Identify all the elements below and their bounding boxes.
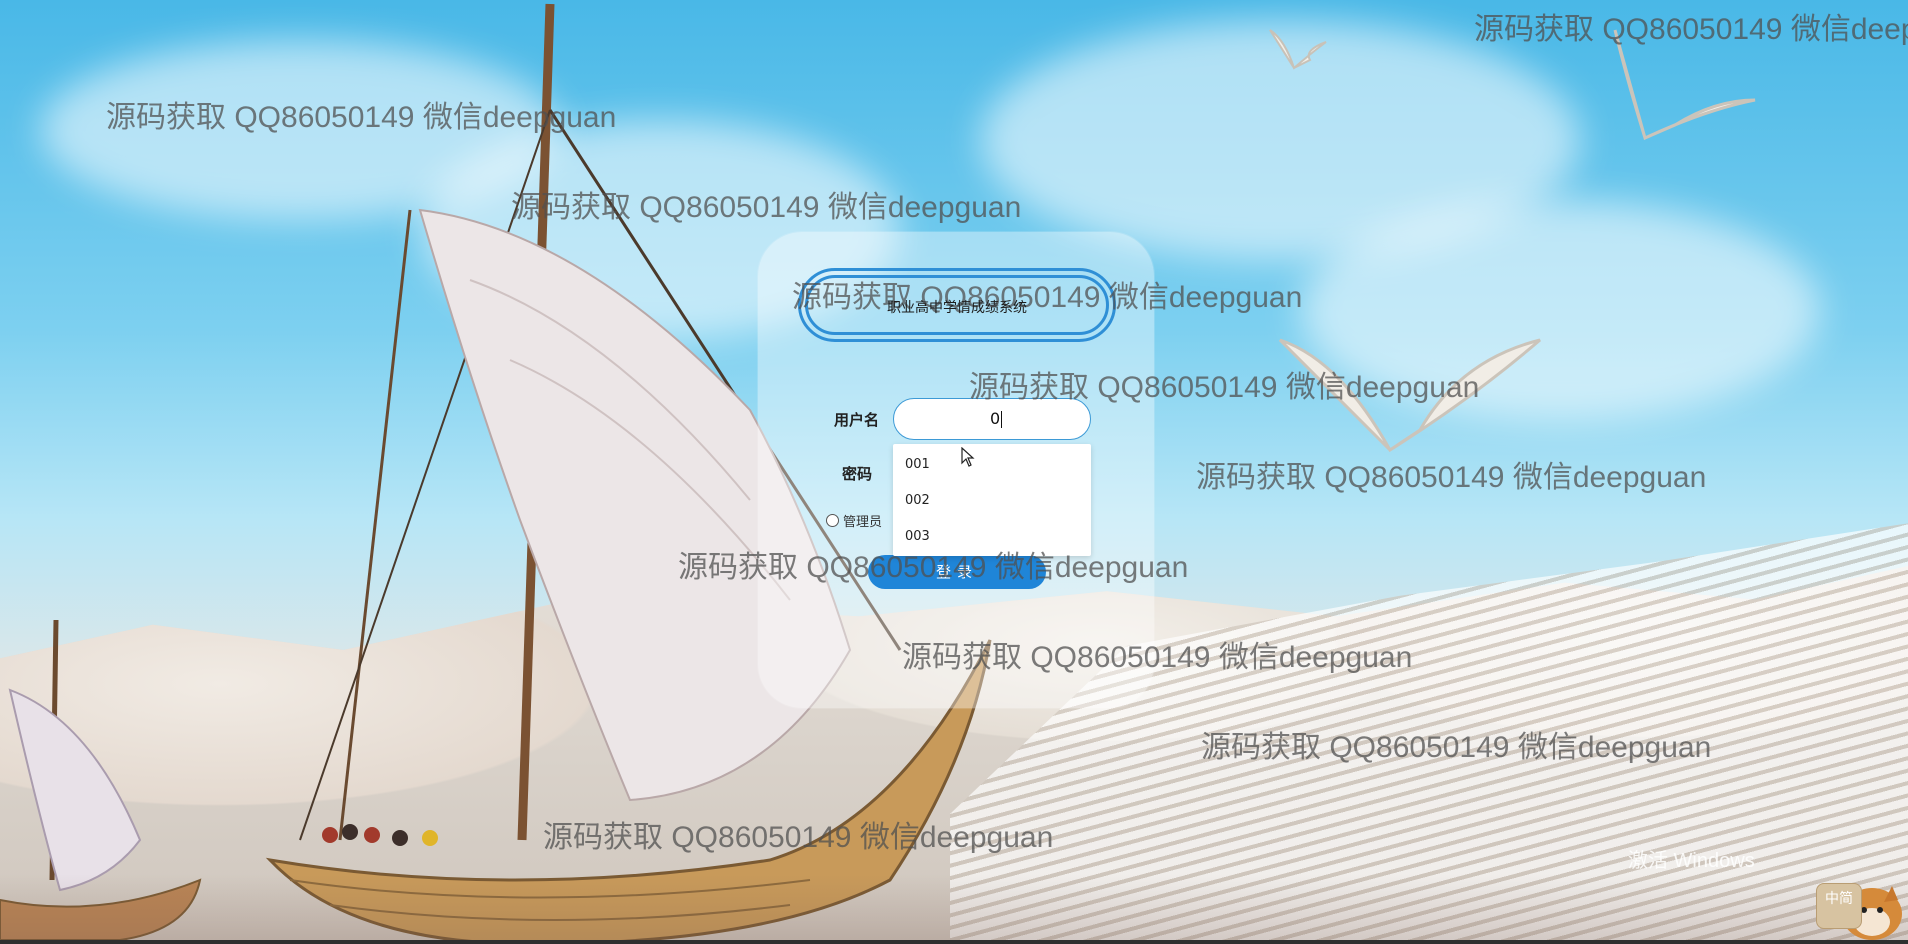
watermark-text: 源码获取 QQ86050149 微信deepguan bbox=[1474, 13, 1908, 46]
radio-icon[interactable] bbox=[826, 514, 839, 527]
watermark-text: 源码获取 QQ86050149 微信deepguan bbox=[1196, 461, 1707, 494]
text-caret bbox=[1001, 411, 1003, 428]
password-label: 密码 bbox=[842, 465, 873, 483]
taskbar-edge bbox=[0, 940, 1908, 944]
autocomplete-dropdown: 001 002 003 bbox=[893, 444, 1091, 556]
system-title: 职业高中学情成绩系统 bbox=[887, 300, 1027, 316]
mouse-pointer-icon bbox=[961, 447, 975, 467]
username-value: 0 bbox=[990, 409, 1001, 428]
autocomplete-option[interactable]: 001 bbox=[905, 457, 930, 472]
watermark-text: 源码获取 QQ86050149 微信deepguan bbox=[511, 191, 1022, 224]
ground-shadow bbox=[0, 874, 1908, 944]
watermark-text: 源码获取 QQ86050149 微信deepguan bbox=[543, 821, 1054, 854]
watermark-text: 源码获取 QQ86050149 微信deepguan bbox=[969, 371, 1480, 404]
watermark-text: 源码获取 QQ86050149 微信deepguan bbox=[1201, 731, 1712, 764]
activate-windows-notice: 激活 Windows bbox=[1628, 850, 1755, 872]
login-page: 职业高中学情成绩系统 用户名 0 密码 管理员 登录 001 002 003 源… bbox=[0, 0, 1908, 944]
ime-indicator[interactable]: 中简 bbox=[1816, 883, 1862, 929]
watermark-text: 源码获取 QQ86050149 微信deepguan bbox=[902, 641, 1413, 674]
role-radio-admin[interactable]: 管理员 bbox=[826, 511, 882, 530]
autocomplete-option[interactable]: 002 bbox=[905, 493, 930, 508]
watermark-text: 源码获取 QQ86050149 微信deepguan bbox=[106, 101, 617, 134]
flying-book-icon bbox=[1269, 29, 1327, 70]
username-label: 用户名 bbox=[834, 411, 880, 429]
watermark-text: 源码获取 QQ86050149 微信deepguan bbox=[678, 551, 1189, 584]
role-label: 管理员 bbox=[843, 515, 883, 530]
